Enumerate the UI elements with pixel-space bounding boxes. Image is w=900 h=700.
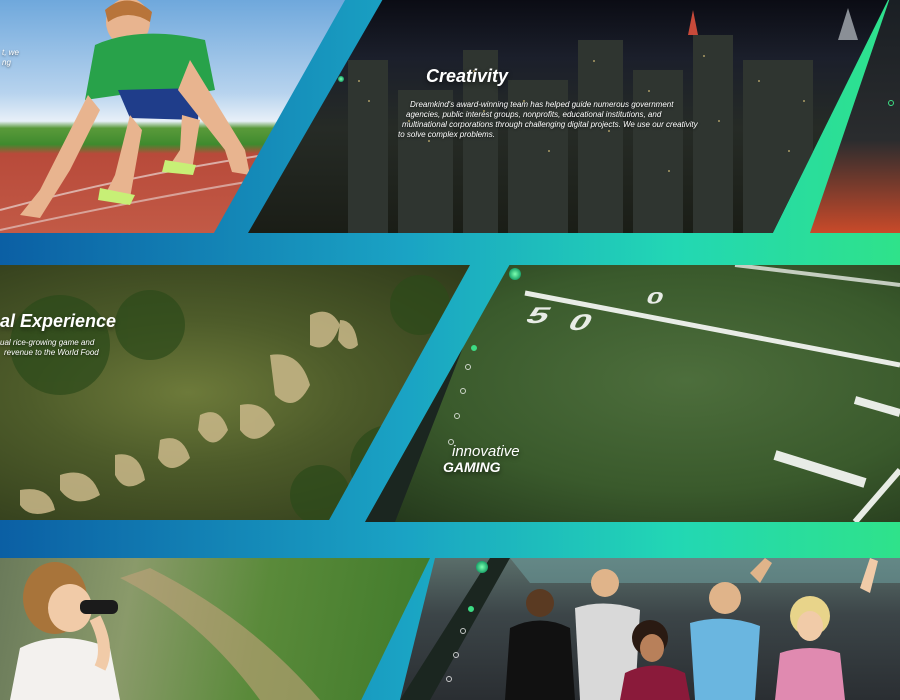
girl-binoculars — [10, 562, 320, 700]
creativity-title: Creativity — [426, 66, 509, 86]
creativity-logo-dot — [338, 76, 344, 82]
creativity-description-line: agencies, public interest groups, nonpro… — [406, 110, 662, 119]
panel-kids[interactable] — [0, 558, 430, 700]
showcase-page: { "panels": { "runner": { "text_fragment… — [0, 0, 900, 700]
runner-text-fragment-2: ng — [2, 58, 11, 67]
slide-dot[interactable] — [888, 100, 894, 106]
creativity-description: Dreamkind's award-winning team has helpe… — [398, 100, 758, 140]
runner-text-fragment-1: t, we — [2, 48, 19, 57]
panel-group[interactable] — [400, 558, 900, 700]
experience-description-line: revenue to the World Food — [4, 348, 99, 357]
creativity-description-line: multinational corporations through chall… — [402, 120, 698, 129]
creativity-description-line: Dreamkind's award-winning team has helpe… — [410, 100, 674, 109]
group-illustration — [505, 558, 900, 700]
experience-description: ual rice-growing game and revenue to the… — [0, 338, 99, 358]
gaming-title-line2: GAMING — [443, 459, 501, 475]
panel-creativity[interactable]: Creativity Dreamkind's award-winning tea… — [248, 0, 888, 233]
creativity-description-line: to solve complex problems. — [398, 130, 495, 139]
experience-description-line: ual rice-growing game and — [0, 338, 95, 347]
experience-title: al Experience — [0, 311, 117, 331]
gaming-title-line1: innovative — [452, 443, 520, 460]
